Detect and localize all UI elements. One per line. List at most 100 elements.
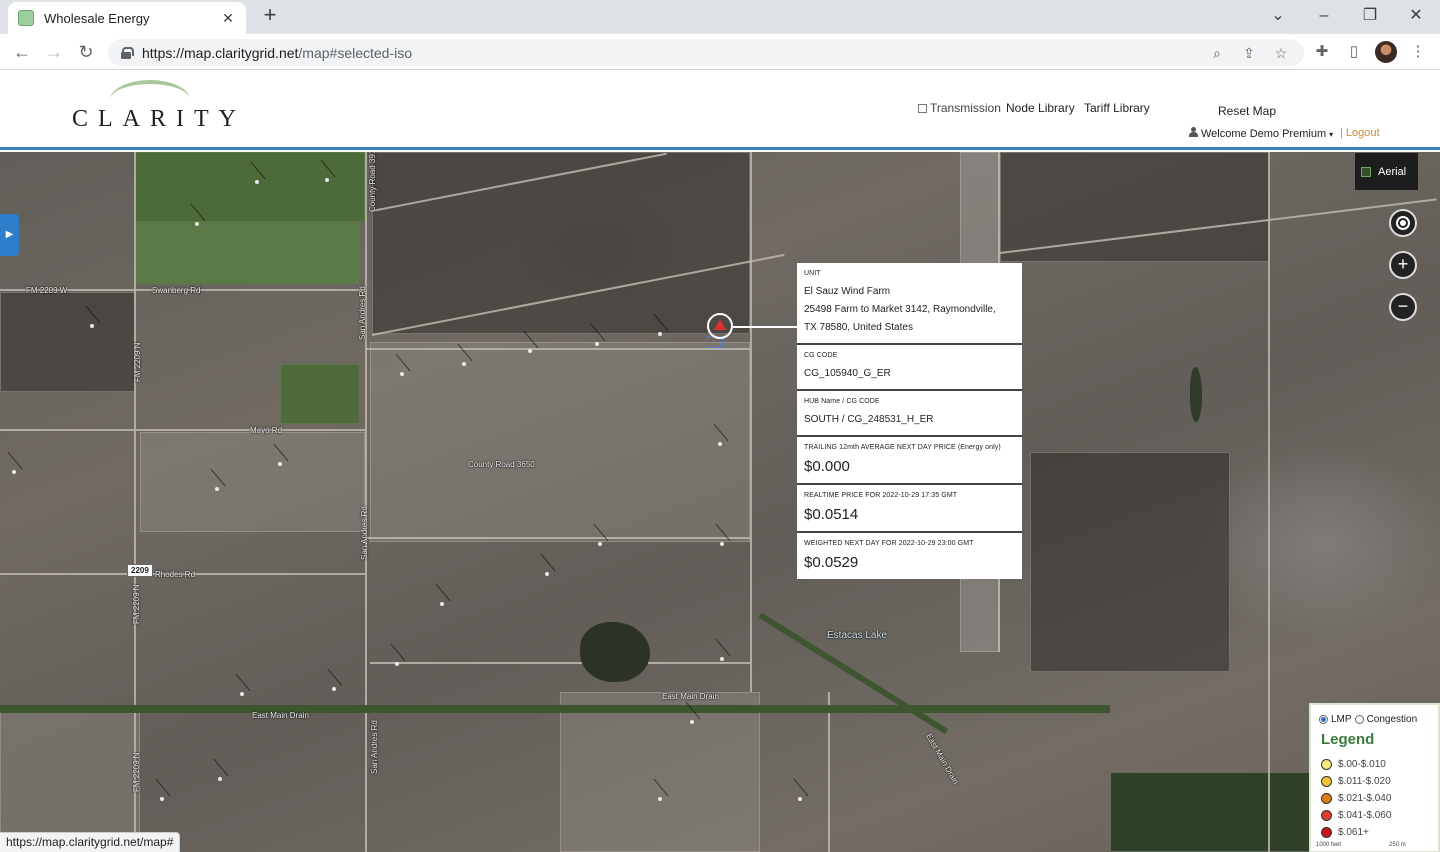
site-header: CLARITY Transmission Node Library Tariff… — [0, 70, 1440, 150]
unit-name: El Sauz Wind Farm — [804, 286, 891, 297]
weighted-price: $0.0529 — [804, 554, 859, 571]
cg-code-caption: CG CODE — [804, 352, 838, 359]
user-menu[interactable]: Welcome Demo Premium ▾ — [1189, 127, 1333, 140]
logo-text: CLARITY — [72, 106, 246, 132]
wind-turbine-icon — [718, 442, 722, 446]
legend-item-label: $.021-$.040 — [1338, 793, 1392, 804]
lock-icon — [120, 46, 134, 59]
extensions-icon[interactable]: ✚ — [1312, 42, 1332, 62]
wind-turbine-icon — [195, 222, 199, 226]
field — [280, 364, 360, 424]
legend-item: $.041-$.060 — [1319, 807, 1430, 824]
road — [750, 152, 752, 692]
close-tab-icon[interactable]: ✕ — [220, 10, 236, 27]
aerial-layer-icon — [1361, 166, 1371, 177]
legend-item: $.00-$.010 — [1319, 756, 1430, 773]
legend-item-label: $.00-$.010 — [1338, 759, 1386, 770]
wind-turbine-icon — [332, 687, 336, 691]
wind-turbine-icon — [215, 487, 219, 491]
wind-turbine-icon — [255, 180, 259, 184]
legend-item-label: $.011-$.020 — [1338, 776, 1391, 787]
side-panel-icon[interactable]: ▯ — [1344, 42, 1364, 62]
road-label: Rhodes Rd — [155, 570, 196, 579]
congestion-label: Congestion — [1366, 714, 1418, 725]
profile-avatar[interactable] — [1375, 41, 1397, 63]
wind-turbine-icon — [325, 178, 329, 182]
url-bar[interactable]: https://map.claritygrid.net/map#selected… — [108, 39, 1304, 66]
road — [828, 692, 830, 852]
bookmark-star-icon[interactable]: ☆ — [1272, 44, 1290, 62]
lmp-label: LMP — [1331, 714, 1352, 725]
wind-turbine-icon — [658, 797, 662, 801]
wind-turbine-icon — [90, 324, 94, 328]
zoom-out-button[interactable]: − — [1389, 293, 1417, 321]
sidebar-toggle-button[interactable]: ▶ — [0, 214, 19, 256]
legend-color-dot-icon — [1321, 827, 1332, 838]
new-tab-button[interactable]: + — [258, 4, 282, 28]
drain-label: East Main Drain — [662, 692, 719, 701]
legend-items: $.00-$.010 $.011-$.020 $.021-$.040 $.041-$.… — [1319, 756, 1430, 841]
minimize-button[interactable]: – — [1310, 4, 1338, 28]
road-label: FM 2209 N — [132, 584, 141, 624]
address-toolbar: ← → ↻ https://map.claritygrid.net/map#se… — [0, 34, 1440, 70]
share-icon[interactable]: ⇪ — [1240, 44, 1258, 62]
transmission-checkbox[interactable] — [918, 104, 927, 113]
clarity-logo[interactable]: CLARITY — [72, 80, 297, 134]
transmission-toggle[interactable]: Transmission — [918, 101, 1001, 115]
wind-turbine-icon — [395, 662, 399, 666]
road — [365, 348, 750, 350]
legend-color-dot-icon — [1321, 810, 1332, 821]
road-label: San Andres Rd — [370, 720, 379, 774]
popup-hub-section: HUB Name / CG CODE SOUTH / CG_248531_H_E… — [797, 391, 1022, 437]
menu-icon[interactable]: ⋮ — [1408, 42, 1428, 62]
field — [372, 152, 750, 334]
reload-button[interactable]: ↻ — [74, 40, 98, 64]
node-library-link[interactable]: Node Library — [1006, 101, 1075, 115]
caret-down-icon: ▾ — [1329, 130, 1334, 139]
lmp-radio[interactable] — [1319, 715, 1328, 724]
browser-tab-bar: Wholesale Energy ✕ + ⌄ – ❐ ✕ — [0, 0, 1440, 34]
map-canvas[interactable]: FM 2209 W Swanberg Rd County Road 3910 S… — [0, 152, 1440, 852]
zoom-in-button[interactable]: + — [1389, 251, 1417, 279]
legend-item-label: $.061+ — [1338, 827, 1369, 838]
wind-turbine-icon — [12, 470, 16, 474]
zoom-icon[interactable]: ⌕ — [1208, 44, 1226, 62]
wind-turbine-icon — [720, 657, 724, 661]
popup-cg-code-section: CG CODE CG_105940_G_ER — [797, 345, 1022, 391]
wind-turbine-icon — [798, 797, 802, 801]
road-label: County Road 3910 — [368, 152, 377, 212]
forward-button[interactable]: → — [42, 40, 66, 64]
tab-title: Wholesale Energy — [44, 10, 150, 26]
road-label: San Andres Rd — [358, 286, 367, 340]
restore-button[interactable]: ❐ — [1356, 4, 1384, 28]
road — [365, 537, 750, 539]
congestion-radio[interactable] — [1354, 715, 1364, 724]
transmission-label: Transmission — [930, 101, 1001, 115]
unit-caption: UNIT — [804, 270, 821, 277]
lake — [580, 622, 650, 682]
favicon-icon — [18, 10, 34, 26]
wind-unit-icon[interactable] — [714, 319, 726, 330]
road-label: Mayo Rd — [250, 426, 283, 435]
close-window-button[interactable]: ✕ — [1402, 4, 1430, 28]
tree-line — [0, 705, 1110, 713]
road — [0, 429, 365, 431]
field — [370, 342, 750, 542]
drain-label: East Main Drain — [252, 711, 309, 720]
reset-map-button[interactable]: Reset Map — [1218, 104, 1276, 118]
field — [1030, 452, 1230, 672]
field — [1000, 152, 1270, 262]
legend-item-label: $.041-$.060 — [1338, 810, 1392, 821]
aerial-layer-button[interactable]: Aerial — [1355, 153, 1418, 190]
logout-link[interactable]: | Logout — [1340, 127, 1380, 139]
unit-address-line2: TX 78580, United States — [804, 322, 913, 333]
cg-code-value: CG_105940_G_ER — [804, 368, 891, 379]
tab-search-icon[interactable]: ⌄ — [1264, 4, 1292, 28]
browser-tab[interactable]: Wholesale Energy ✕ — [8, 2, 246, 34]
popup-weighted-section: WEIGHTED NEXT DAY FOR 2022-10-29 23:00 G… — [797, 533, 1022, 579]
scale-meters: 250 m — [1389, 842, 1406, 848]
back-button[interactable]: ← — [10, 40, 34, 64]
tariff-library-link[interactable]: Tariff Library — [1084, 101, 1150, 115]
map-legend: LMP Congestion Legend $.00-$.010 $.011-$.… — [1309, 703, 1440, 852]
locate-button[interactable] — [1389, 209, 1417, 237]
